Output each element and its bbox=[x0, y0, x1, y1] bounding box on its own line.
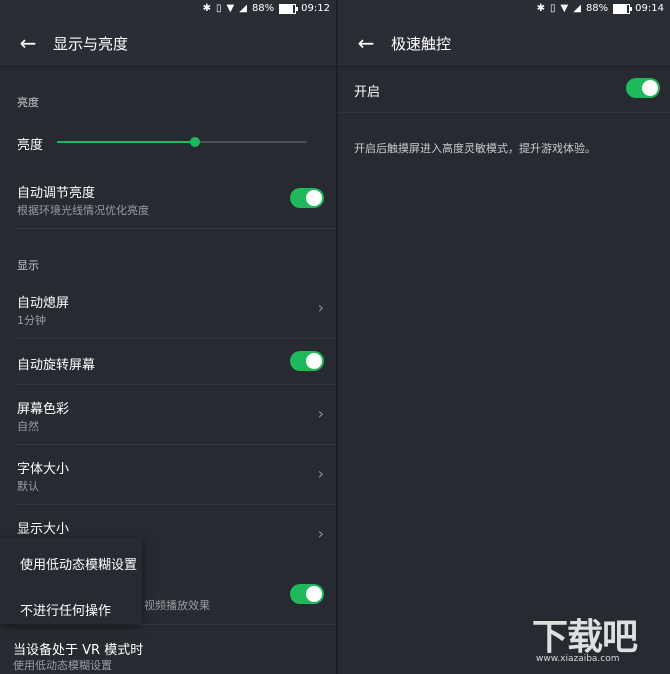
battery-percent: 88% bbox=[251, 3, 275, 14]
divider bbox=[16, 504, 336, 505]
section-header-brightness: 亮度 bbox=[17, 96, 39, 109]
fast-touch-screen: ✱ ▯ ▼ ◢ 88% 09:14 ← 极速触控 开启 开启后触摸屏进入高度灵敏… bbox=[338, 0, 670, 674]
vr-mode-sub: 使用低动态模糊设置 bbox=[13, 659, 112, 672]
display-size-label: 显示大小 bbox=[17, 522, 70, 537]
chevron-right-icon: › bbox=[317, 404, 324, 423]
brightness-label: 亮度 bbox=[17, 138, 44, 153]
chevron-right-icon: › bbox=[317, 298, 324, 317]
watermark-url: www.xiazaiba.com bbox=[536, 654, 620, 664]
status-bar: ✱ ▯ ▼ ◢ 88% 09:14 bbox=[338, 0, 670, 20]
brightness-slider-fill bbox=[57, 141, 195, 143]
watermark-text: 下载吧 bbox=[532, 617, 638, 658]
divider bbox=[16, 444, 336, 445]
font-size-value: 默认 bbox=[17, 480, 39, 493]
divider bbox=[16, 338, 336, 339]
enable-toggle[interactable] bbox=[626, 78, 660, 98]
vibrate-icon: ▯ bbox=[550, 3, 556, 14]
page-title: 极速触控 bbox=[391, 35, 452, 53]
divider bbox=[16, 624, 336, 625]
popup-item-no-action[interactable]: 不进行任何操作 bbox=[20, 600, 111, 619]
auto-rotate-label: 自动旋转屏幕 bbox=[17, 358, 96, 373]
vibrate-icon: ▯ bbox=[216, 3, 222, 14]
page-title: 显示与亮度 bbox=[53, 35, 129, 53]
battery-icon bbox=[279, 3, 299, 14]
auto-brightness-toggle[interactable] bbox=[290, 188, 324, 208]
chevron-right-icon: › bbox=[317, 464, 324, 483]
battery-percent: 88% bbox=[585, 3, 609, 14]
status-bar: ✱ ▯ ▼ ◢ 88% 09:12 bbox=[0, 0, 336, 20]
battery-icon bbox=[613, 3, 633, 14]
chevron-right-icon: › bbox=[317, 524, 324, 543]
video-effect-sub: 视频播放效果 bbox=[144, 599, 210, 612]
vr-options-popup: 使用低动态模糊设置 不进行任何操作 bbox=[0, 538, 142, 624]
bluetooth-icon: ✱ bbox=[202, 3, 212, 14]
auto-brightness-sub: 根据环境光线情况优化亮度 bbox=[17, 204, 149, 217]
auto-brightness-label: 自动调节亮度 bbox=[17, 186, 96, 201]
auto-screen-off-label: 自动熄屏 bbox=[17, 296, 70, 311]
popup-item-low-blur[interactable]: 使用低动态模糊设置 bbox=[20, 554, 137, 573]
enable-label: 开启 bbox=[354, 85, 381, 100]
back-arrow-icon[interactable]: ← bbox=[14, 29, 42, 57]
video-effect-toggle[interactable] bbox=[290, 584, 324, 604]
brightness-slider[interactable] bbox=[57, 137, 307, 147]
wifi-icon: ▼ bbox=[560, 3, 569, 14]
divider bbox=[16, 384, 336, 385]
fast-touch-description: 开启后触摸屏进入高度灵敏模式，提升游戏体验。 bbox=[354, 142, 596, 155]
clock: 09:12 bbox=[301, 3, 330, 14]
vr-mode-label: 当设备处于 VR 模式时 bbox=[13, 643, 144, 658]
display-brightness-screen: ✱ ▯ ▼ ◢ 88% 09:12 ← 显示与亮度 亮度 亮度 自动调节亮度 根… bbox=[0, 0, 336, 674]
screen-color-value: 自然 bbox=[17, 420, 39, 433]
back-arrow-icon[interactable]: ← bbox=[352, 29, 380, 57]
signal-icon: ◢ bbox=[239, 3, 247, 14]
bluetooth-icon: ✱ bbox=[536, 3, 546, 14]
auto-rotate-toggle[interactable] bbox=[290, 351, 324, 371]
font-size-label: 字体大小 bbox=[17, 462, 70, 477]
section-header-display: 显示 bbox=[17, 259, 39, 272]
divider bbox=[338, 112, 670, 113]
app-bar: ← 显示与亮度 bbox=[0, 20, 336, 67]
signal-icon: ◢ bbox=[573, 3, 581, 14]
clock: 09:14 bbox=[635, 3, 664, 14]
screen-color-label: 屏幕色彩 bbox=[17, 402, 70, 417]
divider bbox=[16, 228, 336, 229]
auto-screen-off-value: 1分钟 bbox=[17, 314, 46, 327]
wifi-icon: ▼ bbox=[226, 3, 235, 14]
watermark-logo: 下载吧 www.xiazaiba.com bbox=[532, 608, 662, 672]
app-bar: ← 极速触控 bbox=[338, 20, 670, 67]
brightness-slider-thumb[interactable] bbox=[189, 137, 200, 147]
